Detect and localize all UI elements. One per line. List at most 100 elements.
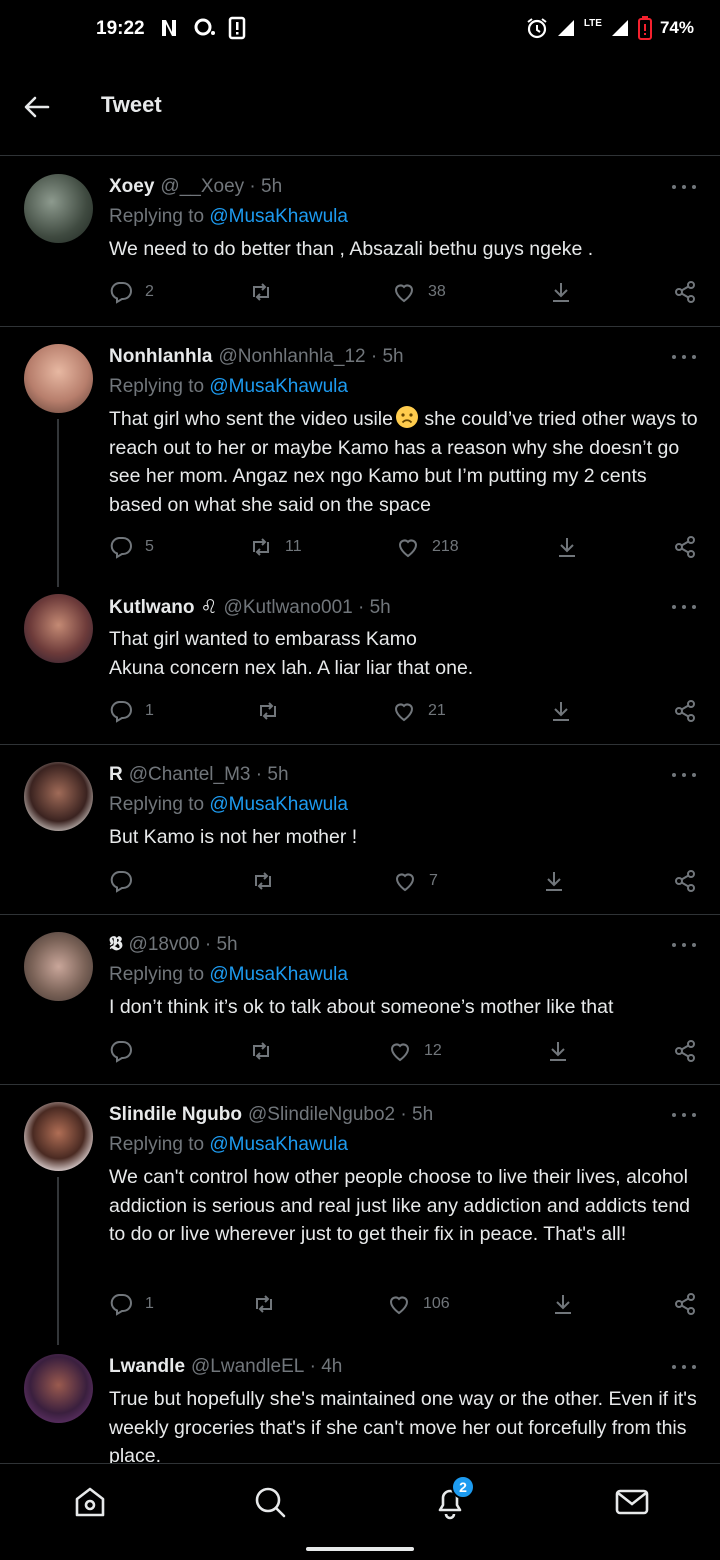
handle[interactable]: @Kutlwano001 — [224, 597, 353, 619]
retweet-button[interactable] — [251, 869, 287, 893]
bookmark-button[interactable] — [549, 699, 573, 723]
retweet-button[interactable] — [249, 1039, 285, 1063]
status-left-icons — [158, 16, 246, 40]
bookmark-button[interactable] — [551, 1292, 575, 1316]
thread-line — [57, 419, 59, 587]
more-options-icon[interactable] — [672, 353, 696, 361]
like-button[interactable]: 106 — [387, 1292, 450, 1316]
avatar[interactable] — [24, 932, 93, 1001]
like-button[interactable]: 21 — [392, 699, 446, 723]
handle[interactable]: @SlindileNgubo2 — [248, 1104, 395, 1126]
avatar[interactable] — [24, 174, 93, 243]
messages-icon[interactable] — [614, 1484, 650, 1520]
mention-link[interactable]: @MusaKhawula — [209, 1134, 348, 1155]
handle[interactable]: @Chantel_M3 — [129, 764, 251, 786]
tweet[interactable]: R @Chantel_M3 · 5h Replying to @MusaKhaw… — [0, 745, 720, 915]
top-app-bar: Tweet — [0, 60, 720, 156]
bookmark-button[interactable] — [555, 535, 579, 559]
handle[interactable]: @LwandleEL — [191, 1356, 304, 1378]
more-options-icon[interactable] — [672, 603, 696, 611]
bookmark-button[interactable] — [549, 280, 573, 304]
avatar[interactable] — [24, 344, 93, 413]
tweet[interactable]: 𝕭 @18v00 · 5h Replying to @MusaKhawula I… — [0, 915, 720, 1085]
retweet-button[interactable] — [252, 1292, 288, 1316]
reply-button[interactable] — [109, 1039, 145, 1063]
timestamp[interactable]: 5h — [216, 934, 237, 956]
share-button[interactable] — [673, 1292, 697, 1316]
handle[interactable]: @Nonhlanhla_12 — [218, 346, 365, 368]
reply-button[interactable]: 2 — [109, 280, 154, 304]
search-icon[interactable] — [252, 1484, 288, 1520]
avatar[interactable] — [24, 1354, 93, 1423]
like-count: 106 — [423, 1295, 450, 1312]
like-button[interactable]: 7 — [393, 869, 438, 893]
back-arrow-icon[interactable] — [22, 92, 52, 122]
mention-link[interactable]: @MusaKhawula — [209, 376, 348, 397]
tweet-text: We need to do better than , Absazali bet… — [109, 238, 594, 260]
reply-icon — [110, 282, 132, 304]
bookmark-button[interactable] — [546, 1039, 570, 1063]
handle[interactable]: @18v00 — [129, 934, 200, 956]
retweet-button[interactable] — [256, 699, 292, 723]
timestamp[interactable]: 5h — [261, 176, 282, 198]
reply-icon — [110, 537, 132, 559]
retweet-button[interactable]: 11 — [249, 535, 302, 559]
page-title: Tweet — [101, 92, 162, 117]
notification-badge: 2 — [451, 1475, 475, 1499]
reply-button[interactable] — [109, 869, 145, 893]
more-options-icon[interactable] — [672, 941, 696, 949]
mention-link[interactable]: @MusaKhawula — [209, 794, 348, 815]
mention-link[interactable]: @MusaKhawula — [209, 964, 348, 985]
retweet-button[interactable] — [249, 280, 285, 304]
tweet-actions: 2 38 — [109, 280, 699, 310]
avatar[interactable] — [24, 762, 93, 831]
home-indicator[interactable] — [306, 1547, 414, 1551]
reply-button[interactable]: 5 — [109, 535, 154, 559]
home-icon[interactable] — [72, 1484, 108, 1520]
retweet-icon — [255, 872, 271, 890]
like-button[interactable]: 218 — [396, 535, 459, 559]
avatar[interactable] — [24, 1102, 93, 1171]
network-type: LTE — [583, 17, 602, 29]
more-options-icon[interactable] — [672, 1363, 696, 1371]
mention-link[interactable]: @MusaKhawula — [209, 206, 348, 227]
share-button[interactable] — [673, 1039, 697, 1063]
bookmark-button[interactable] — [542, 869, 566, 893]
reply-button[interactable]: 1 — [109, 1292, 154, 1316]
dot-separator: · — [304, 1356, 322, 1377]
tweet[interactable]: Xoey @__Xoey · 5h Replying to @MusaKhawu… — [0, 157, 720, 327]
replying-label: Replying to — [109, 206, 205, 227]
thread-line — [57, 1177, 59, 1345]
dot-separator: · — [199, 934, 217, 955]
display-name[interactable]: Kutlwano — [109, 597, 195, 619]
like-button[interactable]: 38 — [392, 280, 446, 304]
timestamp[interactable]: 5h — [370, 597, 391, 619]
like-count: 7 — [429, 872, 438, 889]
display-name[interactable]: Nonhlanhla — [109, 346, 212, 368]
share-button[interactable] — [673, 699, 697, 723]
tweet[interactable]: Kutlwano ♌ @Kutlwano001 · 5h That girl w… — [0, 577, 720, 745]
timestamp[interactable]: 4h — [321, 1356, 342, 1378]
replying-label: Replying to — [109, 964, 205, 985]
more-options-icon[interactable] — [672, 771, 696, 779]
avatar[interactable] — [24, 594, 93, 663]
like-button[interactable]: 12 — [388, 1039, 442, 1063]
timestamp[interactable]: 5h — [382, 346, 403, 368]
timestamp[interactable]: 5h — [412, 1104, 433, 1126]
display-name[interactable]: Slindile Ngubo — [109, 1104, 242, 1126]
tweet[interactable]: Lwandle @LwandleEL · 4h True but hopeful… — [0, 1337, 720, 1463]
more-options-icon[interactable] — [672, 183, 696, 191]
tweet[interactable]: Slindile Ngubo @SlindileNgubo2 · 5h Repl… — [0, 1085, 720, 1345]
more-options-icon[interactable] — [672, 1111, 696, 1119]
display-name[interactable]: Xoey — [109, 176, 154, 198]
timestamp[interactable]: 5h — [267, 764, 288, 786]
display-name[interactable]: 𝕭 — [109, 934, 123, 956]
share-button[interactable] — [673, 535, 697, 559]
handle[interactable]: @__Xoey — [160, 176, 244, 198]
tweet[interactable]: Nonhlanhla @Nonhlanhla_12 · 5h Replying … — [0, 327, 720, 587]
reply-button[interactable]: 1 — [109, 699, 154, 723]
display-name[interactable]: Lwandle — [109, 1356, 185, 1378]
display-name[interactable]: R — [109, 764, 123, 786]
share-button[interactable] — [673, 280, 697, 304]
share-button[interactable] — [673, 869, 697, 893]
